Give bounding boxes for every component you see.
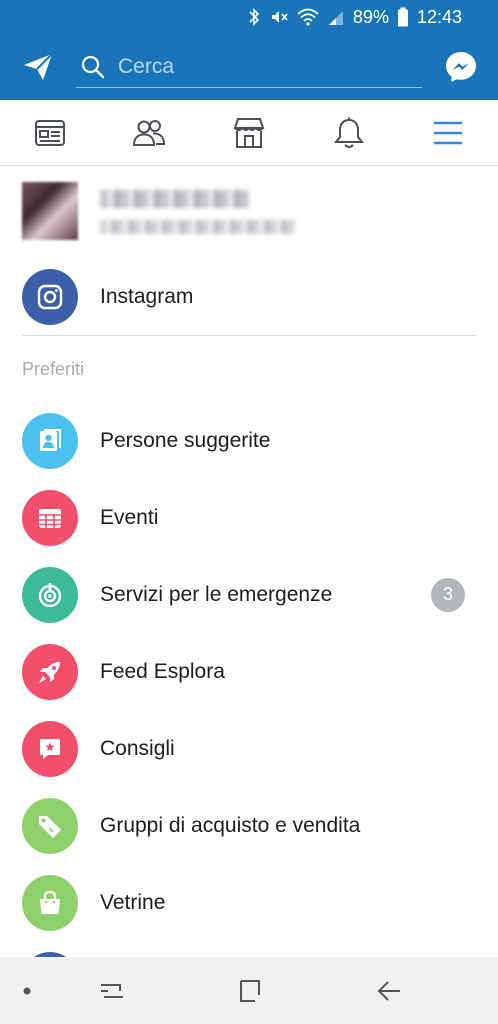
search-input[interactable]	[118, 54, 398, 79]
menu-list: Instagram Preferiti Persone suggerite Ev…	[0, 166, 498, 1018]
favorite-label: Gruppi di acquisto e vendita	[100, 813, 361, 837]
status-bar: 89% 12:43	[0, 0, 498, 34]
tag-icon-circle	[22, 797, 78, 854]
profile-subtitle-blurred	[100, 220, 296, 234]
favorite-vetrine[interactable]: Vetrine	[0, 864, 498, 941]
favorite-gruppi-acquisto-vendita[interactable]: Gruppi di acquisto e vendita	[0, 787, 498, 864]
search-bar[interactable]	[76, 46, 422, 88]
rocket-icon	[39, 661, 60, 683]
battery-percent: 89%	[352, 6, 389, 27]
favorite-servizi-emergenze[interactable]: Servizi per le emergenze 3	[0, 556, 498, 633]
news-feed-icon	[34, 119, 65, 146]
wifi-icon	[297, 8, 319, 26]
battery-icon	[397, 7, 409, 27]
clock: 12:43	[416, 6, 462, 27]
favorite-eventi[interactable]: Eventi	[0, 479, 498, 556]
profile-row[interactable]	[0, 166, 498, 258]
people-card-icon-circle	[22, 412, 78, 469]
favorite-label: Consigli	[100, 736, 175, 760]
favorite-persone-suggerite[interactable]: Persone suggerite	[0, 402, 498, 479]
home-icon[interactable]	[237, 977, 265, 1005]
bell-icon	[333, 117, 364, 148]
shopping-bag-icon	[40, 890, 60, 914]
instagram-icon-circle	[22, 268, 78, 325]
calendar-icon	[39, 508, 61, 528]
tab-marketplace[interactable]	[199, 100, 299, 165]
tab-news-feed[interactable]	[0, 100, 100, 165]
avatar	[22, 182, 78, 240]
tab-notifications[interactable]	[299, 100, 399, 165]
hamburger-menu-icon	[434, 121, 463, 144]
favorite-label: Servizi per le emergenze	[100, 582, 333, 606]
app-bar	[0, 34, 498, 100]
calendar-icon-circle	[22, 489, 78, 546]
tab-friends[interactable]	[100, 100, 200, 165]
send-icon[interactable]	[22, 51, 54, 83]
rocket-icon-circle	[22, 643, 78, 700]
tab-menu[interactable]	[398, 100, 498, 165]
notification-count-badge: 3	[431, 577, 465, 612]
tab-bar	[0, 100, 498, 166]
mute-icon	[269, 7, 289, 27]
marketplace-icon	[233, 117, 265, 148]
shortcut-instagram-label: Instagram	[100, 284, 194, 308]
friends-icon	[133, 119, 166, 146]
favorite-label: Persone suggerite	[100, 428, 271, 452]
search-icon	[81, 55, 105, 78]
bluetooth-icon	[247, 7, 261, 27]
facebook-menu-screen: 89% 12:43 Cerca Instagram Preferiti Pers…	[0, 0, 498, 1024]
profile-name-blurred	[100, 190, 250, 208]
instagram-icon	[37, 284, 63, 309]
tag-icon	[39, 815, 61, 838]
shortcut-instagram[interactable]: Instagram	[0, 258, 498, 335]
recent-apps-icon[interactable]	[98, 977, 126, 1005]
speech-star-icon	[40, 738, 60, 759]
people-card-icon	[40, 428, 61, 451]
emergency-icon-circle	[22, 566, 78, 623]
favorite-label: Eventi	[100, 505, 159, 529]
favorite-feed-esplora[interactable]: Feed Esplora	[0, 633, 498, 710]
shopping-bag-icon-circle	[22, 874, 78, 931]
dot-icon	[23, 987, 31, 995]
signal-icon	[327, 8, 345, 26]
messenger-icon[interactable]	[444, 50, 478, 84]
emergency-icon	[38, 582, 62, 607]
system-navigation-bar	[0, 957, 498, 1024]
favorite-consigli[interactable]: Consigli	[0, 710, 498, 787]
back-icon[interactable]	[376, 977, 404, 1005]
favorite-label: Feed Esplora	[100, 659, 225, 683]
speech-star-icon-circle	[22, 720, 78, 777]
favorite-label: Vetrine	[100, 890, 166, 914]
favorites-section-title: Preferiti	[22, 358, 85, 379]
